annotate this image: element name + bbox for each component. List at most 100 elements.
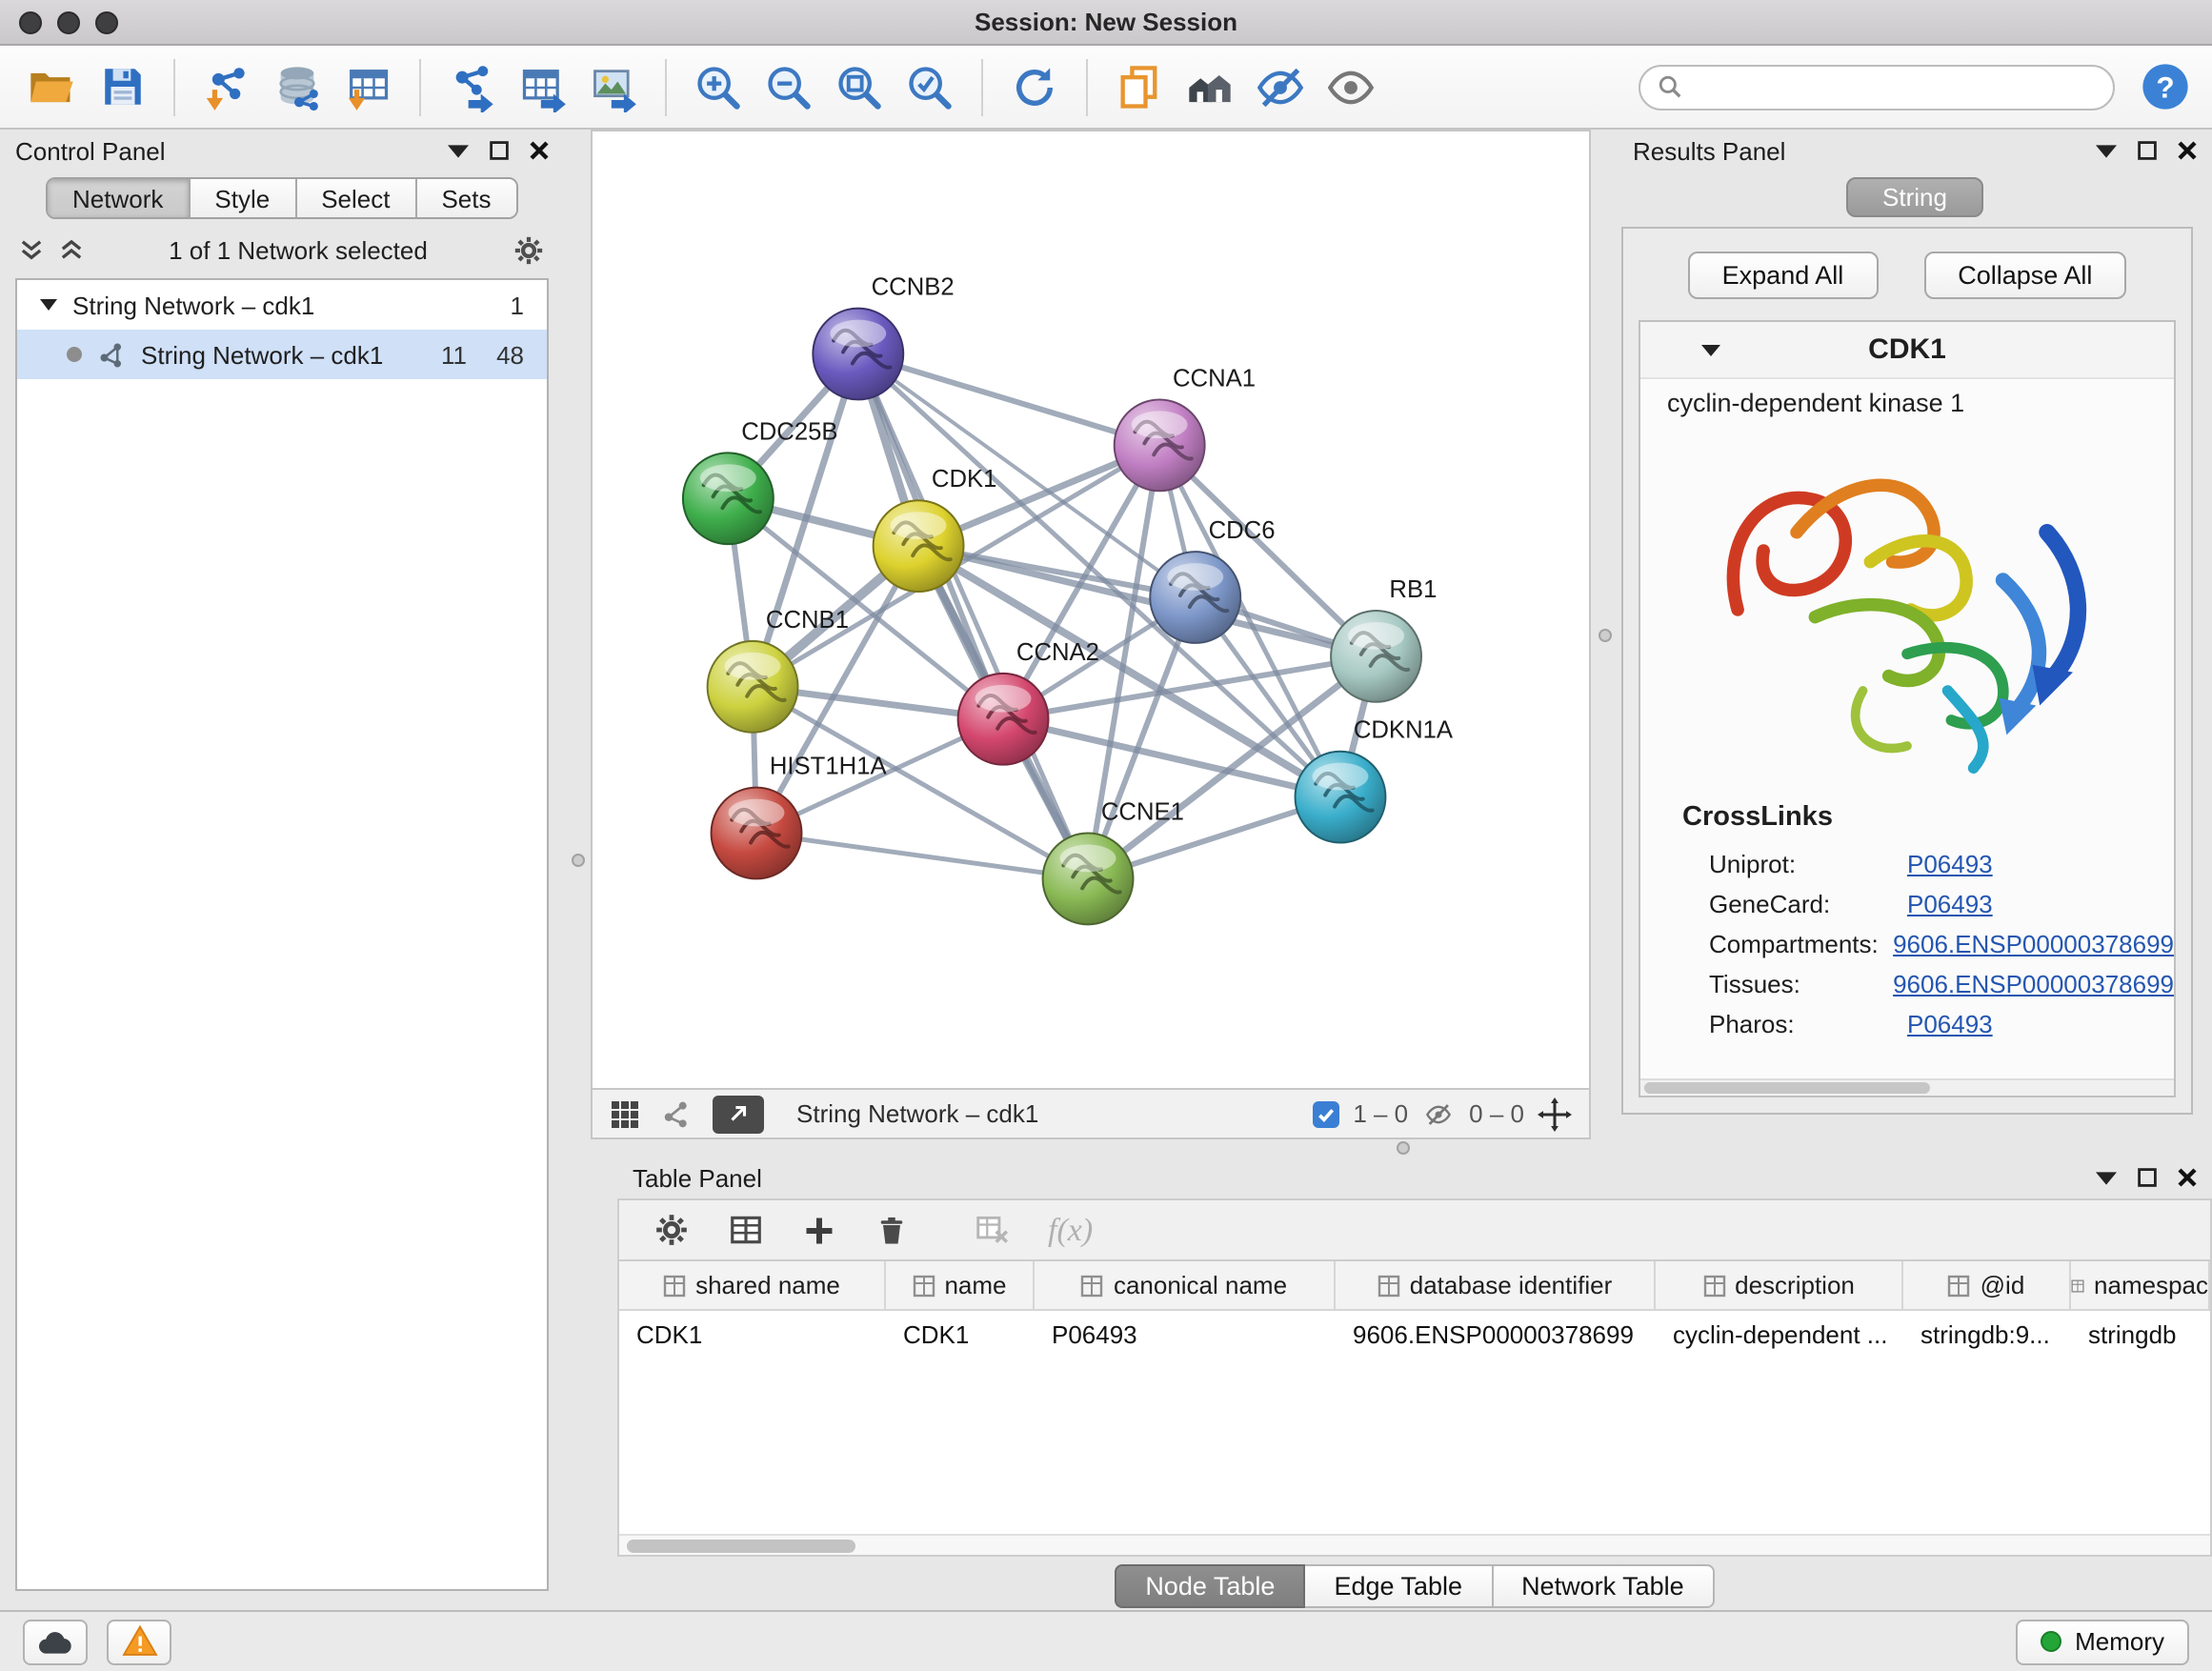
network-canvas[interactable]: CCNB2CCNA1CDC25BCDK1CDC6RB1CCNB1CCNA2CDK… <box>591 130 1591 1088</box>
close-window-button[interactable] <box>19 11 42 34</box>
open-session-button[interactable] <box>19 54 84 119</box>
collapse-section-icon[interactable] <box>1701 345 1720 356</box>
eye-slash-button[interactable] <box>1248 54 1313 119</box>
export-network-icon <box>448 62 497 111</box>
network-view-toolbar: String Network – cdk1 1 – 0 0 – 0 <box>591 1088 1591 1139</box>
export-image-button[interactable] <box>581 54 646 119</box>
collapse-all-button[interactable]: Collapse All <box>1923 252 2126 299</box>
memory-button[interactable]: Memory <box>2016 1619 2189 1664</box>
results-tab-string[interactable]: String <box>1846 176 1983 216</box>
documents-button[interactable] <box>1107 54 1172 119</box>
collapse-panel-icon[interactable] <box>2096 144 2117 157</box>
close-panel-icon[interactable] <box>2178 1168 2197 1187</box>
network-graph[interactable]: CCNB2CCNA1CDC25BCDK1CDC6RB1CCNB1CCNA2CDK… <box>593 131 1589 1088</box>
zoom-selected-button[interactable] <box>897 54 962 119</box>
import-network-file-button[interactable] <box>194 54 259 119</box>
expand-all-button[interactable]: Expand All <box>1688 252 1879 299</box>
tab-sets[interactable]: Sets <box>416 179 515 217</box>
column-header-shared-name[interactable]: shared name <box>619 1261 886 1309</box>
eye-button[interactable] <box>1318 54 1383 119</box>
column-header-canonical-name[interactable]: canonical name <box>1035 1261 1336 1309</box>
tab-edge-table[interactable]: Edge Table <box>1305 1563 1493 1607</box>
tab-node-table[interactable]: Node Table <box>1115 1563 1305 1607</box>
zoom-fit-button[interactable] <box>827 54 892 119</box>
gene-section: CDK1 cyclin-dependent kinase 1 <box>1639 320 2176 1097</box>
crosslink-label: Compartments: <box>1709 930 1893 958</box>
zoom-window-button[interactable] <box>95 11 118 34</box>
import-network-database-button[interactable] <box>265 54 330 119</box>
detach-view-button[interactable] <box>713 1095 764 1133</box>
compartments-link[interactable]: 9606.ENSP00000378699 <box>1893 930 2174 958</box>
genecard-link[interactable]: P06493 <box>1907 890 1993 918</box>
zoom-in-button[interactable] <box>686 54 751 119</box>
search-input[interactable] <box>1694 72 2096 101</box>
float-panel-icon[interactable] <box>2138 1168 2157 1187</box>
column-header-namespace[interactable]: namespac <box>2071 1261 2210 1309</box>
tab-network-table[interactable]: Network Table <box>1493 1563 1715 1607</box>
title-bar: Session: New Session <box>0 0 2212 46</box>
network-overview-button[interactable] <box>661 1098 692 1129</box>
zoom-out-button[interactable] <box>756 54 821 119</box>
export-table-button[interactable] <box>511 54 575 119</box>
close-panel-icon[interactable] <box>2178 141 2197 160</box>
network-row[interactable]: String Network – cdk1 11 48 <box>17 330 547 379</box>
column-header-database-identifier[interactable]: database identifier <box>1336 1261 1656 1309</box>
splitter-handle[interactable] <box>572 854 585 867</box>
save-session-button[interactable] <box>90 54 154 119</box>
uniprot-link[interactable]: P06493 <box>1907 850 1993 878</box>
help-button[interactable]: ? <box>2136 58 2193 115</box>
add-column-button[interactable] <box>802 1213 836 1247</box>
minimize-window-button[interactable] <box>57 11 80 34</box>
tab-select[interactable]: Select <box>296 179 416 217</box>
results-panel: Results Panel String Expand All <box>1618 130 2212 1139</box>
hidden-eye-slash-icon[interactable] <box>1421 1100 1456 1127</box>
tissues-link[interactable]: 9606.ENSP00000378699 <box>1893 970 2174 998</box>
table-horizontal-scrollbar[interactable] <box>619 1534 2210 1555</box>
table-toolbar: f(x) <box>617 1198 2212 1259</box>
string-results-box: Expand All Collapse All CDK1 cyclin-depe… <box>1621 227 2193 1115</box>
pharos-link[interactable]: P06493 <box>1907 1010 1993 1038</box>
horizontal-splitter[interactable] <box>591 1139 2212 1157</box>
splitter-handle[interactable] <box>1396 1141 1409 1155</box>
cloud-button[interactable] <box>23 1619 88 1664</box>
tab-style[interactable]: Style <box>190 179 296 217</box>
float-panel-icon[interactable] <box>2138 141 2157 160</box>
import-table-file-button[interactable] <box>335 54 400 119</box>
pan-tool-button[interactable] <box>1538 1097 1572 1131</box>
scrollbar-thumb[interactable] <box>627 1540 855 1553</box>
selection-checkbox[interactable] <box>1313 1100 1339 1127</box>
table-panel-title: Table Panel <box>633 1163 762 1192</box>
show-columns-button[interactable] <box>728 1212 764 1248</box>
help-icon: ? <box>2139 61 2190 112</box>
gene-section-header[interactable]: CDK1 <box>1640 322 2174 379</box>
gene-name: CDK1 <box>1640 333 2174 366</box>
results-scrollbar[interactable] <box>1640 1078 2174 1096</box>
export-network-button[interactable] <box>440 54 505 119</box>
column-header-id[interactable]: @id <box>1903 1261 2071 1309</box>
collapse-panel-icon[interactable] <box>448 144 469 157</box>
refresh-view-button[interactable] <box>1002 54 1067 119</box>
float-panel-icon[interactable] <box>490 141 509 160</box>
network-label: String Network – cdk1 <box>141 340 410 369</box>
tree-expander-icon[interactable] <box>40 299 57 311</box>
close-panel-icon[interactable] <box>530 141 549 160</box>
column-header-description[interactable]: description <box>1656 1261 1903 1309</box>
table-row[interactable]: CDK1 CDK1 P06493 9606.ENSP00000378699 cy… <box>619 1311 2210 1357</box>
delete-column-button[interactable] <box>875 1213 909 1247</box>
vertical-splitter-right[interactable] <box>1591 130 1618 1139</box>
vertical-splitter-left[interactable] <box>564 130 591 1610</box>
warnings-button[interactable] <box>107 1619 171 1664</box>
splitter-handle[interactable] <box>1599 629 1612 642</box>
expand-all-networks-button[interactable] <box>19 239 44 260</box>
table-settings-gear-button[interactable] <box>654 1212 690 1248</box>
houses-button[interactable] <box>1177 54 1242 119</box>
network-options-gear-button[interactable] <box>513 233 545 266</box>
tab-network[interactable]: Network <box>48 179 190 217</box>
grid-view-button[interactable] <box>610 1098 640 1129</box>
network-collection-row[interactable]: String Network – cdk1 1 <box>17 280 547 330</box>
collapse-panel-icon[interactable] <box>2096 1171 2117 1184</box>
column-icon <box>1081 1274 1104 1297</box>
scrollbar-thumb[interactable] <box>1644 1082 1930 1094</box>
column-header-name[interactable]: name <box>886 1261 1035 1309</box>
collapse-all-networks-button[interactable] <box>59 239 84 260</box>
